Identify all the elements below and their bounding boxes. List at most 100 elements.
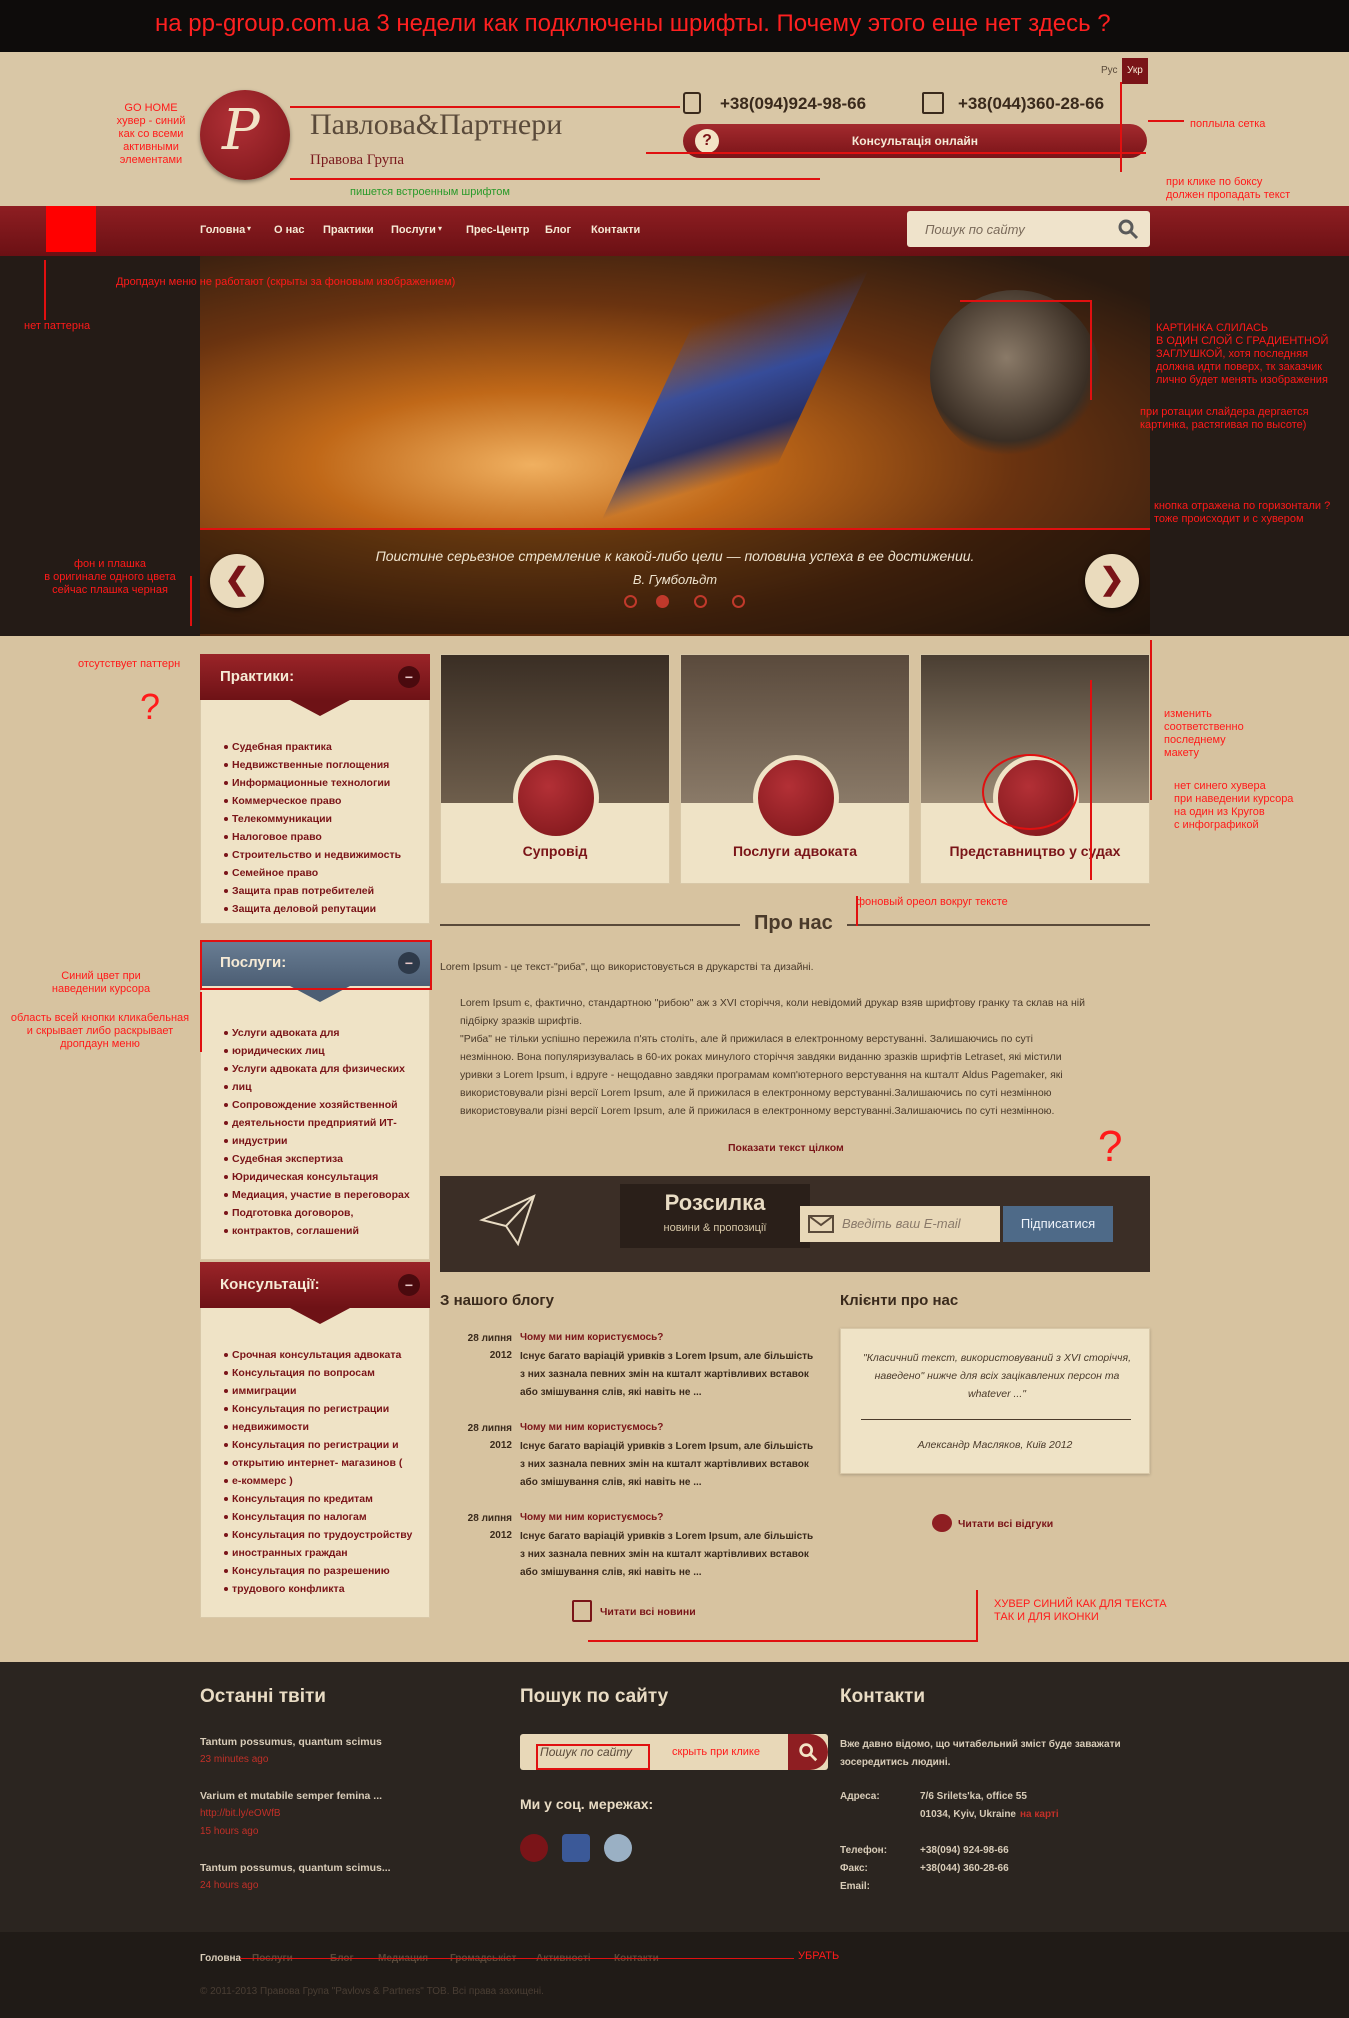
practices-title: Практики: [220, 668, 295, 685]
collapse-icon[interactable]: − [398, 666, 420, 688]
list-item-cont[interactable]: юридических лиц [224, 1042, 422, 1060]
chevron-left-icon: ❮ [224, 563, 250, 596]
card-lawyer[interactable]: Послуги адвоката [680, 654, 910, 884]
slider-prev-button[interactable]: ❮ [210, 554, 264, 608]
nav-services[interactable]: Послуги [391, 224, 436, 236]
twitter-icon[interactable] [604, 1834, 632, 1862]
gavel-icon[interactable] [753, 755, 839, 841]
facebook-icon[interactable] [562, 1834, 590, 1862]
footer-search-title: Пошук по сайту [520, 1686, 669, 1707]
list-item[interactable]: Консультация по разрешению [224, 1562, 422, 1580]
scales-icon[interactable] [513, 755, 599, 841]
contacts-text: Вже давно відомо, що читабельний зміст б… [840, 1739, 1121, 1750]
list-item[interactable]: Консультация по кредитам [224, 1490, 422, 1508]
nav-blog[interactable]: Блог [545, 224, 571, 236]
subscribe-button[interactable]: Підписатися [1003, 1206, 1113, 1242]
list-item[interactable]: Консультация по регистрации и [224, 1436, 422, 1454]
list-item-cont[interactable]: иностранных граждан [224, 1544, 422, 1562]
card-label[interactable]: Представництво у судах [921, 843, 1149, 859]
slider-dot-active[interactable] [656, 595, 669, 608]
post-title[interactable]: Чому ми ним користуємось? [520, 1422, 663, 1433]
tweet-text: Varium et mutabile semper femina ... [200, 1790, 383, 1802]
all-reviews-link[interactable]: Читати всі відгуки [958, 1518, 1053, 1530]
tweet-text: Tantum possumus, quantum scimus... [200, 1862, 391, 1874]
search-input[interactable]: Пошук по сайту [925, 222, 1025, 237]
list-item-cont[interactable]: индустрии [224, 1132, 422, 1150]
collapse-icon[interactable]: − [398, 1274, 420, 1296]
nav-practices[interactable]: Практики [323, 224, 374, 236]
list-item[interactable]: Судебная практика [224, 738, 422, 756]
card-label[interactable]: Послуги адвоката [681, 843, 909, 859]
list-item[interactable]: Услуги адвоката для [224, 1024, 422, 1042]
lang-ua[interactable]: Укр [1122, 58, 1148, 84]
list-item[interactable]: Срочная консультация адвоката [224, 1346, 422, 1364]
list-item[interactable]: Информационные технологии [224, 774, 422, 792]
list-item[interactable]: Услуги адвоката для физических [224, 1060, 422, 1078]
list-item[interactable]: Консультация по трудоустройству [224, 1526, 422, 1544]
nav-press[interactable]: Прес-Центр [466, 224, 529, 236]
logo-letter: P [222, 98, 260, 163]
list-item-cont[interactable]: недвижимости [224, 1418, 422, 1436]
list-item[interactable]: Налоговое право [224, 828, 422, 846]
post-title[interactable]: Чому ми ним користуємось? [520, 1512, 663, 1523]
tweet-link[interactable]: http://bit.ly/eOWfB [200, 1808, 281, 1819]
nav-about[interactable]: О нас [274, 224, 305, 236]
list-item-cont[interactable]: е-коммерс ) [224, 1472, 422, 1490]
search-icon[interactable] [1116, 217, 1140, 241]
list-item[interactable]: Медиация, участие в переговорах [224, 1186, 422, 1204]
consult-header[interactable]: Консультації: − [200, 1262, 430, 1308]
list-item-cont[interactable]: лиц [224, 1078, 422, 1096]
email-field[interactable]: Введіть ваш E-mail [800, 1206, 1000, 1242]
card-label[interactable]: Супровід [441, 843, 669, 859]
slider-next-button[interactable]: ❯ [1085, 554, 1139, 608]
post-title[interactable]: Чому ми ним користуємось? [520, 1332, 663, 1343]
map-link[interactable]: на карті [1020, 1806, 1059, 1824]
nav-contacts[interactable]: Контакти [591, 224, 640, 236]
slider-dot[interactable] [732, 595, 745, 608]
slider-dot[interactable] [624, 595, 637, 608]
list-item[interactable]: Коммерческое право [224, 792, 422, 810]
speech-bubble-icon[interactable] [932, 1514, 952, 1532]
list-item-cont[interactable]: трудового конфликта [224, 1580, 422, 1598]
consult-list: Срочная консультация адвоката Консультац… [224, 1346, 422, 1598]
slider-dot[interactable] [694, 595, 707, 608]
address-label: Адреса: [840, 1791, 880, 1802]
brand-name[interactable]: Павлова&Партнери [310, 108, 562, 142]
footer-nav-home[interactable]: Головна [200, 1953, 241, 1964]
list-item[interactable]: Подготовка договоров, [224, 1204, 422, 1222]
news-icon[interactable] [572, 1600, 592, 1622]
annotation-line [290, 106, 680, 108]
list-item[interactable]: Консультация по регистрации [224, 1400, 422, 1418]
search-button[interactable] [788, 1734, 828, 1770]
list-item-cont[interactable]: иммиграции [224, 1382, 422, 1400]
list-item[interactable]: Строительство и недвижимость [224, 846, 422, 864]
list-item[interactable]: Юридическая консультация [224, 1168, 422, 1186]
list-item[interactable]: Семейное право [224, 864, 422, 882]
nav-home[interactable]: Головна [200, 224, 245, 236]
list-item-cont[interactable]: контрактов, соглашений [224, 1222, 422, 1240]
consult-title: Консультації: [220, 1276, 320, 1293]
tweets-title: Останні твіти [200, 1686, 326, 1707]
list-item[interactable]: Консультация по налогам [224, 1508, 422, 1526]
list-item-cont[interactable]: открытию интернет- магазинов ( [224, 1454, 422, 1472]
list-item[interactable]: Судебная экспертиза [224, 1150, 422, 1168]
brand-subtitle: Правова Група [310, 152, 404, 168]
list-item[interactable]: Защита прав потребителей [224, 882, 422, 900]
practices-header[interactable]: Практики: − [200, 654, 430, 700]
search-box[interactable]: Пошук по сайту [907, 211, 1150, 247]
list-item[interactable]: Телекоммуникации [224, 810, 422, 828]
list-item[interactable]: Защита деловой репутации [224, 900, 422, 918]
card-support[interactable]: Супровід [440, 654, 670, 884]
show-more-link[interactable]: Показати текст цілком [728, 1142, 844, 1154]
twitter-red-icon[interactable] [520, 1834, 548, 1862]
logo[interactable]: P [200, 90, 290, 180]
list-item[interactable]: Недвижственные поглощения [224, 756, 422, 774]
list-item-cont[interactable]: деятельности предприятий ИТ- [224, 1114, 422, 1132]
lang-ru[interactable]: Рус [1096, 58, 1123, 84]
annotation-line [960, 300, 1090, 302]
all-news-link[interactable]: Читати всі новини [600, 1606, 696, 1618]
annotation-line [200, 992, 202, 1052]
home-block[interactable] [46, 206, 96, 252]
list-item[interactable]: Сопровождение хозяйственной [224, 1096, 422, 1114]
list-item[interactable]: Консультация по вопросам [224, 1364, 422, 1382]
